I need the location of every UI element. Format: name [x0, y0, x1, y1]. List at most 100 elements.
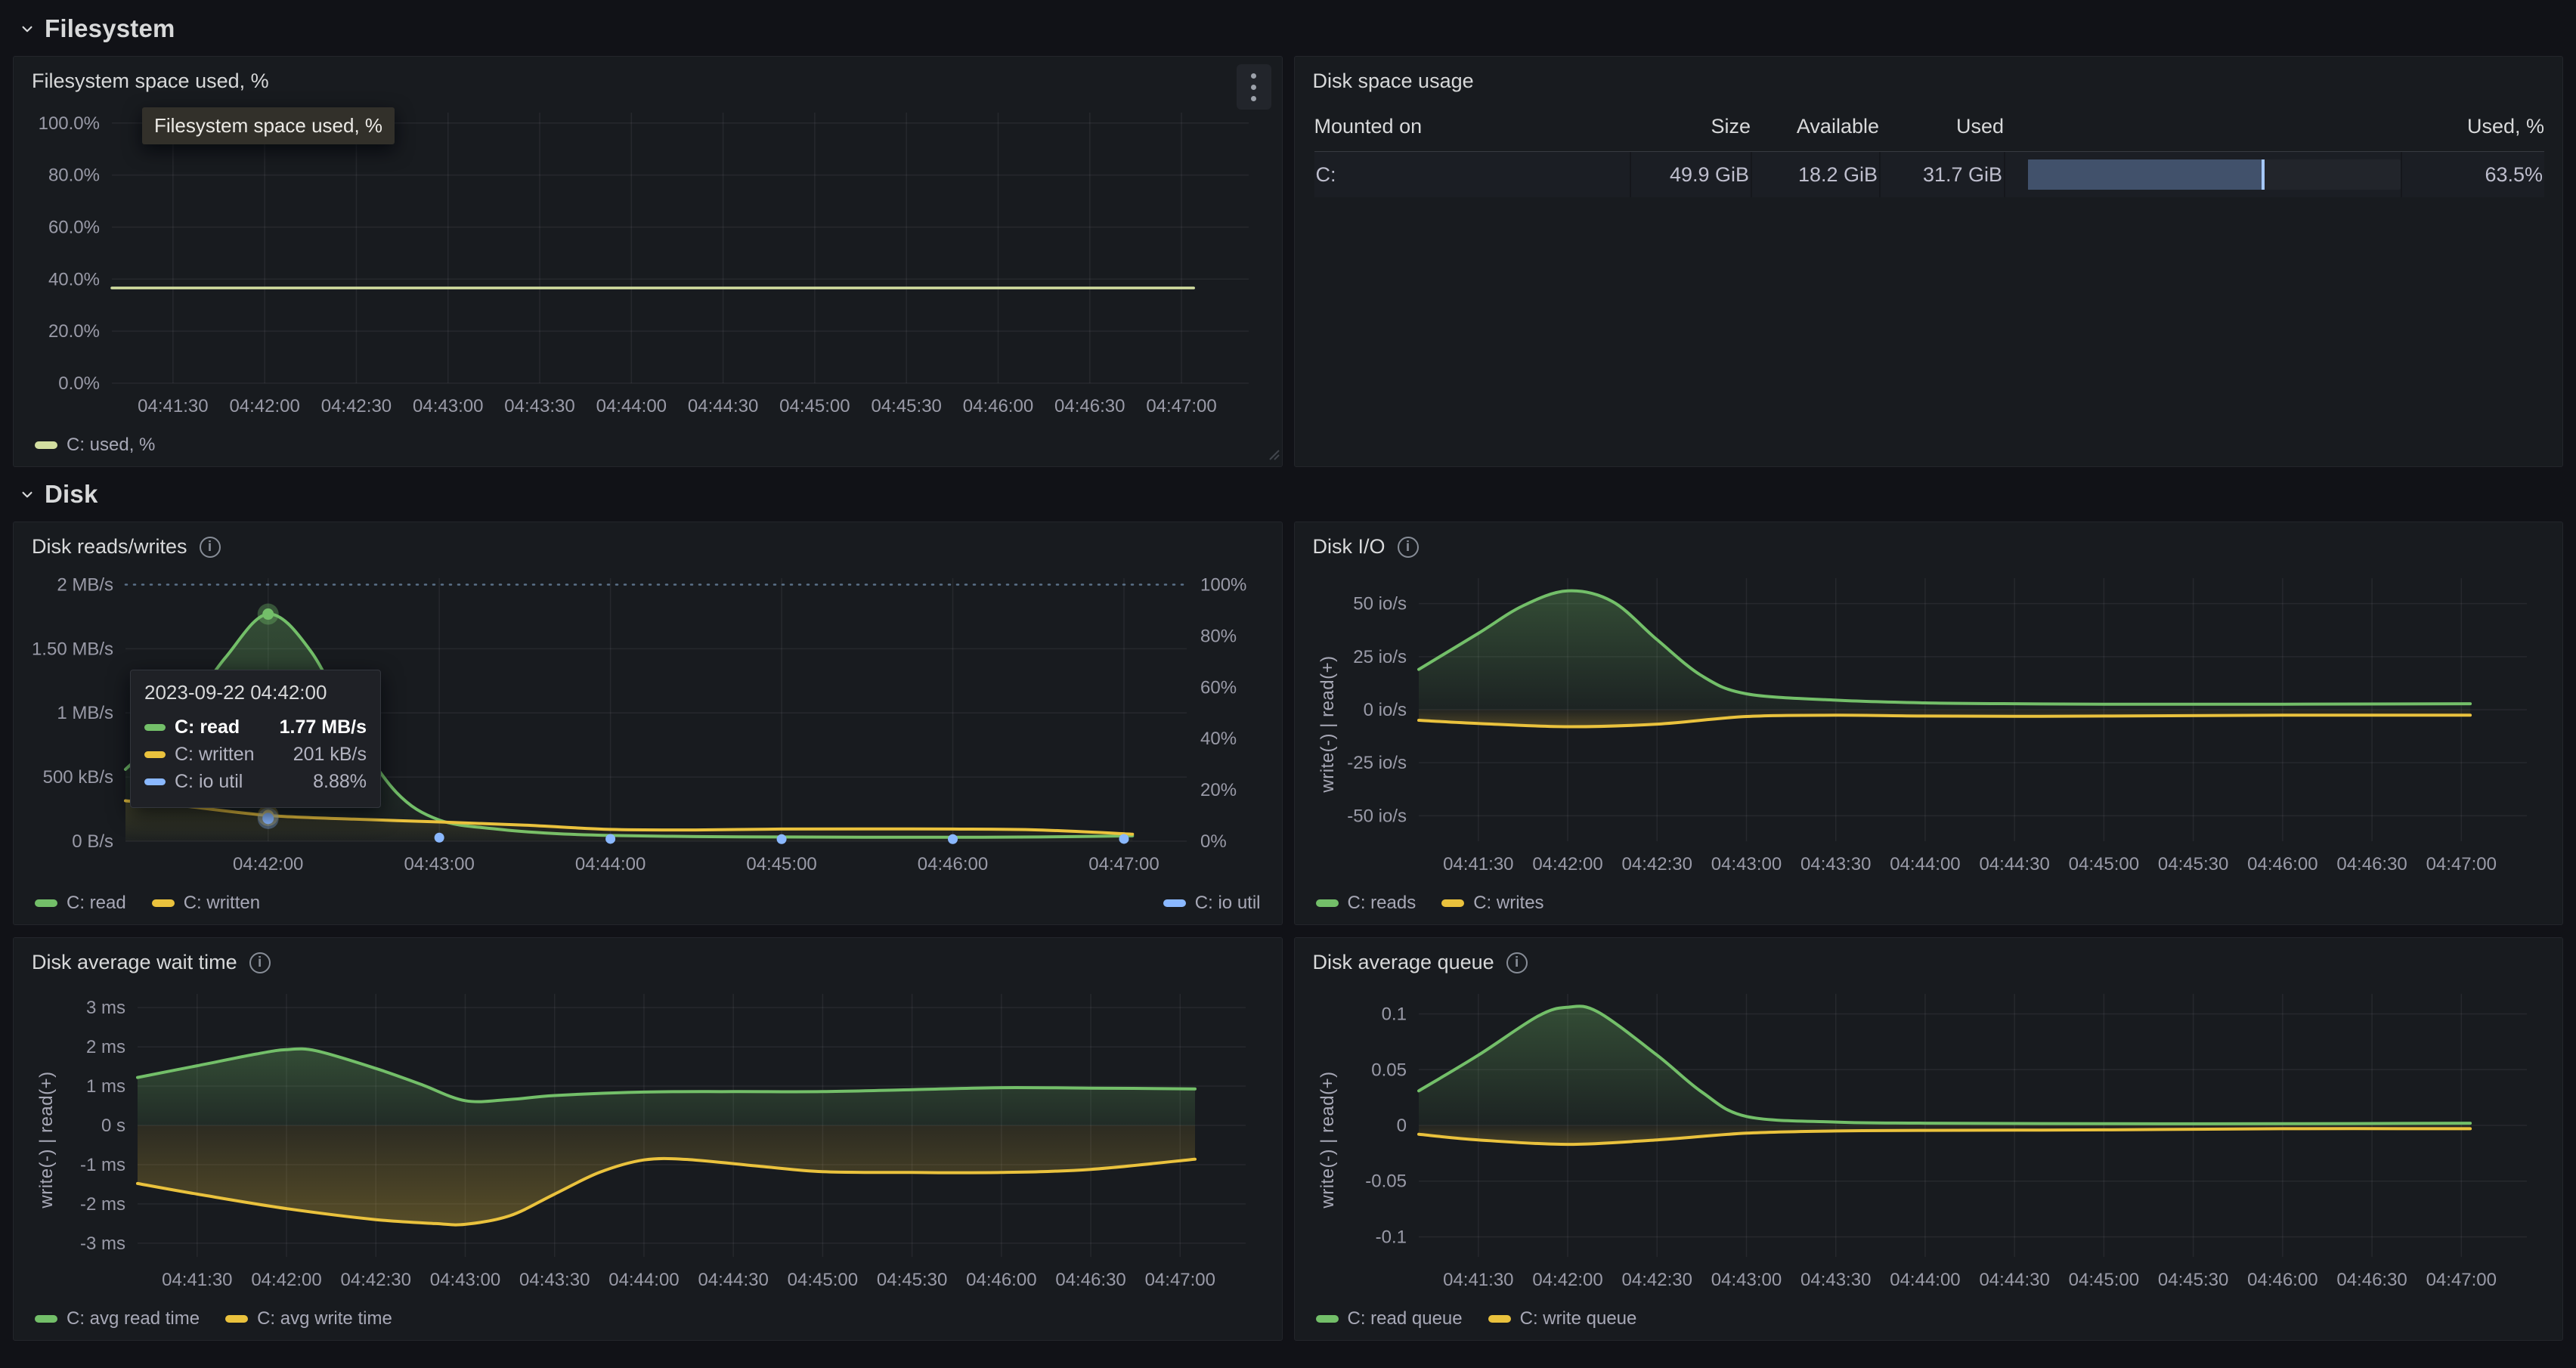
svg-text:04:42:00: 04:42:00 [1532, 854, 1602, 874]
svg-text:04:43:00: 04:43:00 [1711, 1270, 1781, 1290]
svg-text:100%: 100% [1200, 574, 1246, 595]
svg-text:04:44:00: 04:44:00 [1890, 1270, 1960, 1290]
svg-text:04:43:30: 04:43:30 [1800, 854, 1871, 874]
legend-item-c-written[interactable]: C: written [152, 893, 260, 914]
tooltip-row: C: read 1.77 MB/s [144, 713, 367, 741]
legend-item-c-writes[interactable]: C: writes [1441, 893, 1543, 914]
info-icon[interactable]: i [200, 537, 221, 558]
panel-header[interactable]: Disk reads/writes i [14, 522, 1282, 565]
used-gauge-cell [2004, 152, 2401, 197]
svg-text:100.0%: 100.0% [39, 113, 100, 134]
svg-text:04:46:00: 04:46:00 [963, 396, 1033, 416]
info-icon[interactable]: i [249, 952, 271, 973]
tooltip-series-label: C: written [175, 744, 289, 766]
legend: C: read queue C: write queue [1316, 1305, 2542, 1332]
panel-title[interactable]: Disk average queue [1313, 951, 1494, 974]
svg-text:04:45:00: 04:45:00 [788, 1270, 858, 1290]
legend-item-avg-write-time[interactable]: C: avg write time [225, 1308, 392, 1329]
legend-item-c-io-util[interactable]: C: io util [1163, 893, 1261, 914]
table-row: C: 49.9 GiB 18.2 GiB 31.7 GiB 63.5% [1314, 152, 2545, 197]
series-swatch [1316, 899, 1339, 907]
legend: C: read C: written C: io util [35, 890, 1261, 917]
disk-average-wait-time-chart[interactable]: write(-) | read(+) 04:41:3004:42:0004:42… [24, 982, 1271, 1298]
svg-text:-1 ms: -1 ms [80, 1155, 125, 1175]
svg-text:0 B/s: 0 B/s [72, 831, 113, 852]
svg-text:04:45:00: 04:45:00 [779, 396, 850, 416]
col-used[interactable]: Used [1879, 115, 2004, 138]
series-swatch [35, 1315, 57, 1323]
legend-item-avg-read-time[interactable]: C: avg read time [35, 1308, 200, 1329]
section-row-filesystem[interactable]: Filesystem [13, 11, 2563, 47]
panel-title[interactable]: Disk average wait time [32, 951, 237, 974]
tooltip-series-value: 201 kB/s [293, 744, 367, 766]
legend-label: C: written [184, 893, 260, 914]
svg-text:04:42:00: 04:42:00 [229, 396, 299, 416]
panel-header[interactable]: Disk space usage [1295, 57, 2563, 99]
panel-title[interactable]: Disk reads/writes [32, 535, 187, 559]
legend-label: C: used, % [67, 435, 155, 456]
series-swatch [1316, 1315, 1339, 1323]
svg-text:04:46:00: 04:46:00 [2247, 854, 2317, 874]
panel-resize-handle[interactable] [1268, 448, 1280, 464]
svg-text:04:42:00: 04:42:00 [1532, 1270, 1602, 1290]
panel-menu-button[interactable] [1237, 64, 1271, 110]
col-size[interactable]: Size [1630, 115, 1751, 138]
svg-text:04:44:00: 04:44:00 [1890, 854, 1960, 874]
legend-label: C: writes [1473, 893, 1543, 914]
cell-used: 31.7 GiB [1879, 152, 2004, 197]
panel-header[interactable]: Disk average wait time i [14, 938, 1282, 980]
svg-text:80%: 80% [1200, 626, 1237, 646]
legend-item-c-reads[interactable]: C: reads [1316, 893, 1416, 914]
legend-item-c-read[interactable]: C: read [35, 893, 126, 914]
svg-text:04:42:00: 04:42:00 [233, 854, 303, 874]
series-swatch [144, 751, 166, 758]
info-icon[interactable]: i [1398, 537, 1419, 558]
panel-header[interactable]: Disk I/O i [1295, 522, 2563, 565]
legend-item-c-used[interactable]: C: used, % [35, 435, 155, 456]
panel-title[interactable]: Filesystem space used, % [32, 70, 269, 93]
info-icon[interactable]: i [1506, 952, 1528, 973]
section-row-disk[interactable]: Disk [13, 476, 2563, 512]
svg-text:04:45:30: 04:45:30 [2157, 1270, 2228, 1290]
disk-io-chart[interactable]: write(-) | read(+) 04:41:3004:42:0004:42… [1305, 566, 2553, 882]
svg-text:-0.1: -0.1 [1375, 1227, 1406, 1247]
col-used-pct[interactable]: Used, % [2401, 115, 2544, 138]
legend-item-read-queue[interactable]: C: read queue [1316, 1308, 1463, 1329]
col-available[interactable]: Available [1751, 115, 1879, 138]
svg-text:50 io/s: 50 io/s [1353, 594, 1407, 614]
svg-text:04:44:00: 04:44:00 [596, 396, 667, 416]
svg-text:04:47:00: 04:47:00 [1146, 396, 1216, 416]
svg-text:04:41:30: 04:41:30 [1443, 1270, 1513, 1290]
svg-text:04:47:00: 04:47:00 [2426, 854, 2496, 874]
table-header-row: Mounted on Size Available Used Used, % [1314, 102, 2545, 152]
legend: C: avg read time C: avg write time [35, 1305, 1261, 1332]
chart-hover-tooltip: 2023-09-22 04:42:00 C: read 1.77 MB/s C:… [130, 670, 381, 808]
svg-text:-3 ms: -3 ms [80, 1233, 125, 1254]
panel-header[interactable]: Disk average queue i [1295, 938, 2563, 980]
svg-text:04:44:30: 04:44:30 [698, 1270, 768, 1290]
col-mounted-on[interactable]: Mounted on [1314, 115, 1630, 138]
panel-title[interactable]: Disk I/O [1313, 535, 1386, 559]
svg-text:04:47:00: 04:47:00 [1088, 854, 1159, 874]
svg-text:04:43:30: 04:43:30 [1800, 1270, 1871, 1290]
legend-item-write-queue[interactable]: C: write queue [1488, 1308, 1637, 1329]
panel-title[interactable]: Disk space usage [1313, 70, 1474, 93]
legend-label: C: reads [1348, 893, 1416, 914]
svg-text:80.0%: 80.0% [48, 166, 100, 186]
cell-size: 49.9 GiB [1630, 152, 1751, 197]
disk-usage-table: Mounted on Size Available Used Used, % C… [1314, 102, 2545, 451]
svg-text:04:46:30: 04:46:30 [1054, 396, 1125, 416]
svg-text:04:46:00: 04:46:00 [918, 854, 988, 874]
legend-label: C: write queue [1520, 1308, 1637, 1329]
gauge-track [2028, 159, 2401, 190]
chevron-down-icon [17, 19, 37, 39]
section-title-disk: Disk [45, 480, 98, 509]
disk-average-queue-chart[interactable]: write(-) | read(+) 04:41:3004:42:0004:42… [1305, 982, 2553, 1298]
tooltip-series-label: C: read [175, 716, 275, 738]
filesystem-space-used-chart[interactable]: 04:41:3004:42:0004:42:3004:43:0004:43:30… [24, 101, 1271, 424]
svg-text:04:45:30: 04:45:30 [877, 1270, 947, 1290]
panel-header[interactable]: Filesystem space used, % [14, 57, 1282, 99]
svg-text:1 MB/s: 1 MB/s [57, 703, 113, 723]
svg-text:0.1: 0.1 [1381, 1004, 1406, 1025]
svg-text:25 io/s: 25 io/s [1353, 647, 1407, 667]
